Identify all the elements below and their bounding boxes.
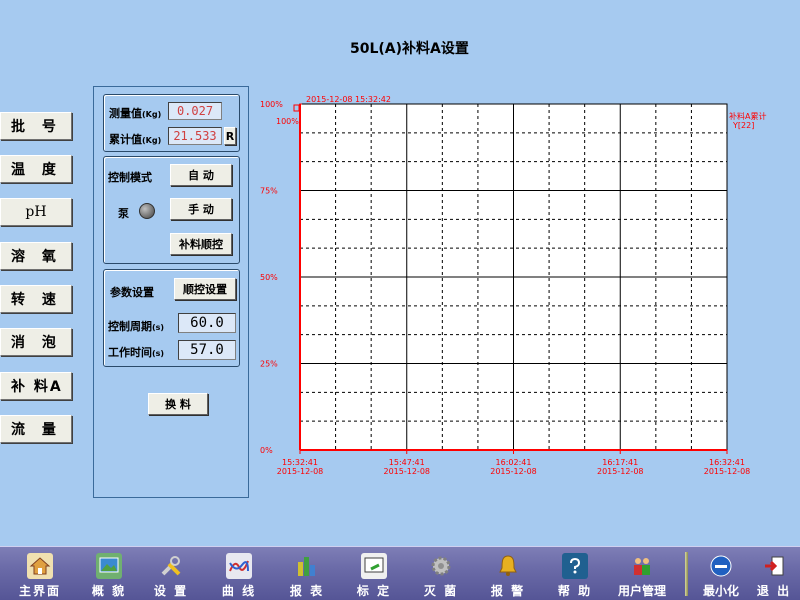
control-mode-label: 控制模式 — [108, 171, 152, 184]
exit-icon — [761, 553, 787, 579]
x-tick-date: 2015-12-08 — [597, 467, 644, 476]
toolbar-alarm-label: 报 警 — [490, 584, 526, 598]
toolbar-separator — [685, 552, 688, 596]
reset-cumulative-button[interactable]: R — [224, 127, 236, 145]
curve-icon — [226, 553, 252, 579]
measured-value: 0.027 — [168, 102, 222, 120]
tools-icon — [158, 553, 184, 579]
control-mode-group: 控制模式 自 动 泵 手 动 补料顺控 — [103, 156, 240, 264]
bottom-toolbar: 主界面 概 貌 设 置 曲 线 报 表 标 定 灭 菌 报 警 帮 助 用户管理… — [0, 546, 800, 600]
auto-mode-button[interactable]: 自 动 — [170, 164, 232, 186]
x-tick-time: 16:17:41 — [602, 458, 638, 467]
series-axis-label: Y[22] — [732, 121, 754, 130]
calibrate-icon — [361, 553, 387, 579]
y-tick-label: 25% — [260, 360, 278, 369]
nav-ph-button[interactable]: pH — [0, 198, 72, 226]
toolbar-settings-button[interactable]: 设 置 — [137, 547, 205, 600]
swap-material-button[interactable]: 换 料 — [148, 393, 208, 415]
toolbar-report-label: 报 表 — [289, 584, 325, 598]
nav-feed-a-button[interactable]: 补 料A — [0, 372, 72, 400]
toolbar-help-button[interactable]: 帮 助 — [541, 547, 609, 600]
work-time-input[interactable]: 57.0 — [178, 340, 236, 360]
toolbar-users-button[interactable]: 用户管理 — [608, 547, 676, 600]
toolbar-exit-label: 退 出 — [756, 584, 792, 598]
overview-icon — [96, 553, 122, 579]
toolbar-alarm-button[interactable]: 报 警 — [474, 547, 542, 600]
page-title: 50L(A)补料A设置 — [350, 41, 469, 57]
feed-sequence-button[interactable]: 补料顺控 — [170, 233, 232, 255]
toolbar-exit-button[interactable]: 退 出 — [740, 547, 800, 600]
control-panel: 测量值(Kg) 0.027 累计值(Kg) 21.533 R 控制模式 自 动 … — [93, 86, 249, 498]
control-period-label: 控制周期(s) — [108, 320, 165, 333]
nav-dissolved-oxygen-button[interactable]: 溶 氧 — [0, 242, 72, 270]
toolbar-sterilize-button[interactable]: 灭 菌 — [407, 547, 475, 600]
chart-timestamp: 2015-12-08 15:32:42 — [306, 95, 391, 104]
y-top-inner-label: 100% — [276, 117, 299, 126]
pump-label: 泵 — [118, 207, 129, 220]
nav-flow-button[interactable]: 流 量 — [0, 415, 72, 443]
measure-group: 测量值(Kg) 0.027 累计值(Kg) 21.533 R — [103, 94, 240, 152]
toolbar-help-label: 帮 助 — [557, 584, 593, 598]
cumulative-value: 21.533 — [168, 127, 222, 145]
x-tick-date: 2015-12-08 — [384, 467, 431, 476]
toolbar-calibrate-label: 标 定 — [356, 584, 392, 598]
sterilize-icon — [428, 553, 454, 579]
nav-temperature-button[interactable]: 温 度 — [0, 155, 72, 183]
toolbar-settings-label: 设 置 — [153, 584, 189, 598]
toolbar-minimize-label: 最小化 — [702, 584, 739, 598]
work-time-label: 工作时间(s) — [108, 346, 165, 359]
toolbar-home-label: 主界面 — [18, 584, 61, 598]
trend-chart: 2015-12-08 15:32:42 100% 补料A累计 Y[22] 0% 2… — [250, 86, 800, 486]
report-icon — [294, 553, 320, 579]
toolbar-sterilize-label: 灭 菌 — [423, 584, 459, 598]
x-tick-date: 2015-12-08 — [490, 467, 537, 476]
help-icon — [562, 553, 588, 579]
toolbar-users-label: 用户管理 — [617, 584, 666, 598]
toolbar-report-button[interactable]: 报 表 — [273, 547, 341, 600]
nav-speed-button[interactable]: 转 速 — [0, 285, 72, 313]
x-tick-time: 15:32:41 — [282, 458, 318, 467]
cumulative-label: 累计值(Kg) — [109, 133, 162, 146]
home-icon — [27, 553, 53, 579]
series-name-label: 补料A累计 — [729, 111, 766, 121]
measured-label: 测量值(Kg) — [109, 107, 162, 120]
pump-status-indicator — [139, 203, 155, 219]
toolbar-overview-button[interactable]: 概 貌 — [75, 547, 143, 600]
alarm-icon — [495, 553, 521, 579]
x-tick-time: 16:32:41 — [709, 458, 745, 467]
users-icon — [629, 553, 655, 579]
params-group: 参数设置 顺控设置 控制周期(s) 60.0 工作时间(s) 57.0 — [103, 269, 240, 367]
cursor-marker — [293, 104, 300, 112]
x-tick-date: 2015-12-08 — [704, 467, 751, 476]
y-tick-label: 100% — [260, 100, 283, 109]
toolbar-curve-label: 曲 线 — [221, 584, 257, 598]
y-tick-label: 50% — [260, 273, 278, 282]
toolbar-overview-label: 概 貌 — [91, 584, 127, 598]
params-label: 参数设置 — [110, 286, 154, 299]
x-tick-labels: 15:32:412015-12-0815:47:412015-12-0816:0… — [277, 450, 751, 476]
y-tick-label: 75% — [260, 187, 278, 196]
sequence-setup-button[interactable]: 顺控设置 — [174, 278, 236, 300]
minimize-icon — [708, 553, 734, 579]
nav-batch-button[interactable]: 批 号 — [0, 112, 72, 140]
x-tick-time: 16:02:41 — [496, 458, 532, 467]
y-tick-label: 0% — [260, 446, 273, 455]
manual-mode-button[interactable]: 手 动 — [170, 198, 232, 220]
toolbar-calibrate-button[interactable]: 标 定 — [340, 547, 408, 600]
trend-chart-svg: 2015-12-08 15:32:42 100% 补料A累计 Y[22] 0% 2… — [260, 95, 766, 476]
y-tick-labels: 0% 25% 50% 75% 100% — [260, 100, 283, 455]
x-tick-time: 15:47:41 — [389, 458, 425, 467]
toolbar-curve-button[interactable]: 曲 线 — [205, 547, 273, 600]
toolbar-home-button[interactable]: 主界面 — [6, 547, 74, 600]
control-period-input[interactable]: 60.0 — [178, 313, 236, 333]
x-tick-date: 2015-12-08 — [277, 467, 324, 476]
nav-defoam-button[interactable]: 消 泡 — [0, 328, 72, 356]
